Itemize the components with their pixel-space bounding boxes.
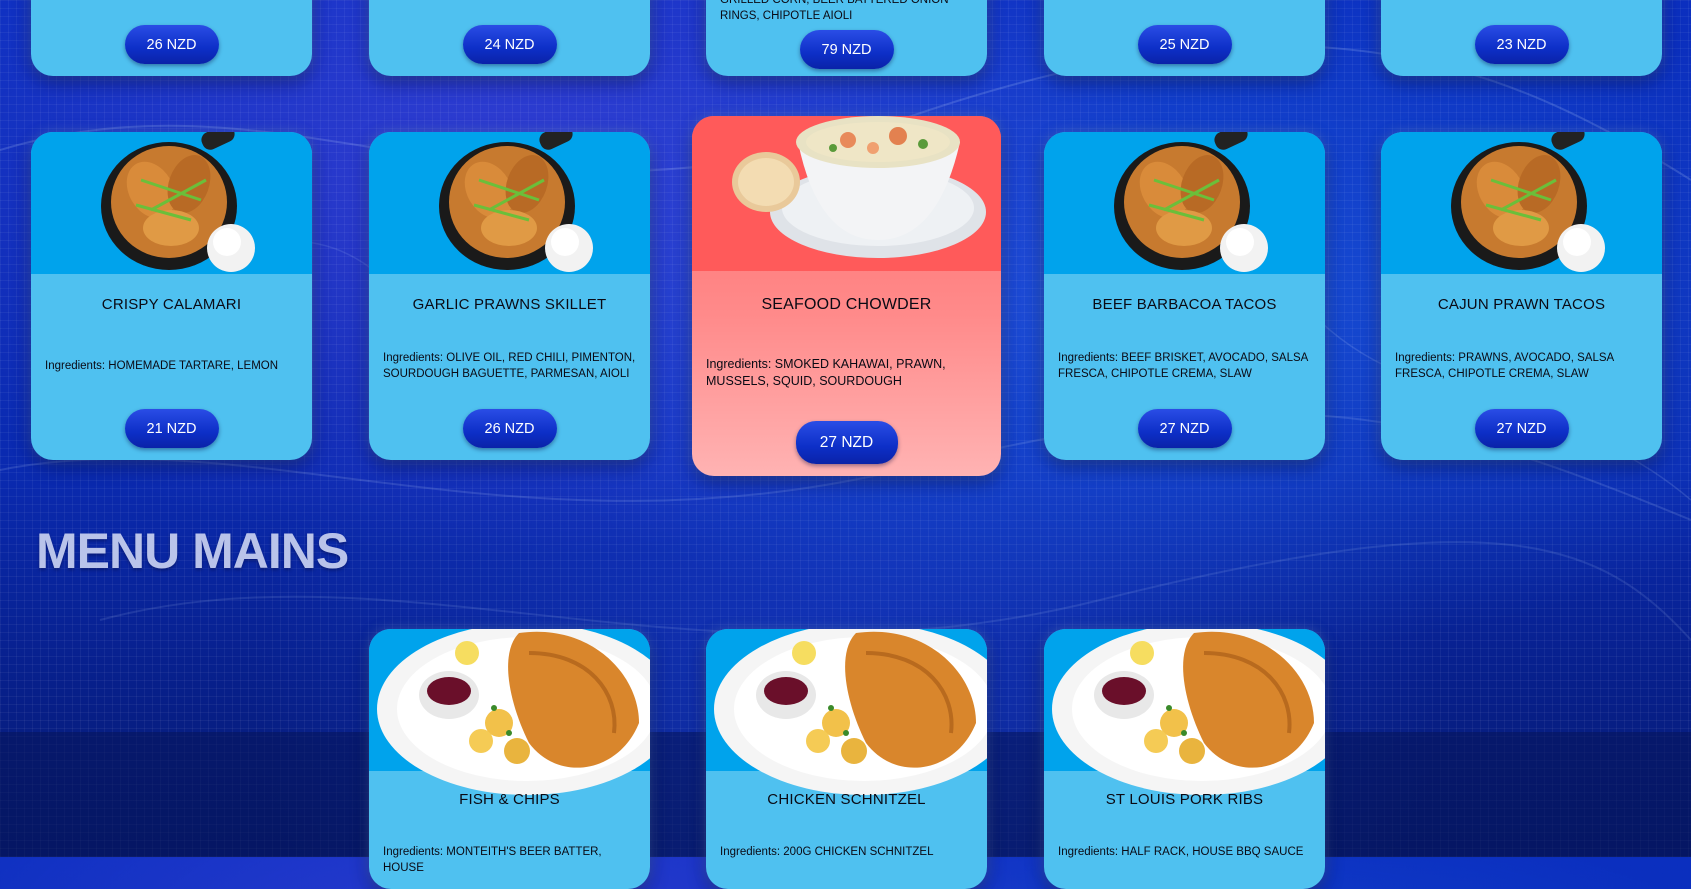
menu-card-crispy-calamari[interactable]: CRISPY CALAMARI Ingredients: HOMEMADE TA… <box>31 132 312 460</box>
chicken-wings-skillet-icon <box>1451 132 1605 272</box>
menu-card-top-3: GRILLED CORN, BEER BATTERED ONION RINGS,… <box>706 0 987 76</box>
card-title: FISH & CHIPS <box>459 791 560 808</box>
price-button[interactable]: 27 NZD <box>795 421 898 464</box>
price-button[interactable]: 26 NZD <box>124 25 219 64</box>
card-ingredients: GRILLED CORN, BEER BATTERED ONION RINGS,… <box>720 0 949 22</box>
chicken-wings-skillet-icon <box>101 132 255 272</box>
price-button[interactable]: 26 NZD <box>462 409 557 448</box>
card-title: CHICKEN SCHNITZEL <box>767 791 926 808</box>
menu-card-cajun-prawn-tacos[interactable]: CAJUN PRAWN TACOS Ingredients: PRAWNS, A… <box>1381 132 1662 460</box>
menu-card-st-louis-pork-ribs[interactable]: ST LOUIS PORK RIBS Ingredients: HALF RAC… <box>1044 629 1325 889</box>
card-ingredients: Ingredients: HALF RACK, HOUSE BBQ SAUCE <box>1058 846 1304 858</box>
card-ingredients: Ingredients: OLIVE OIL, RED CHILI, PIMEN… <box>383 352 636 380</box>
schnitzel-plate-icon <box>377 629 650 795</box>
menu-card-top-5: 23 NZD <box>1381 0 1662 76</box>
menu-card-top-2: 24 NZD <box>369 0 650 76</box>
card-ingredients: Ingredients: SMOKED KAHAWAI, PRAWN, MUSS… <box>706 357 946 388</box>
seafood-chowder-bowl-icon <box>732 116 986 258</box>
price-button[interactable]: 24 NZD <box>462 25 557 64</box>
card-title: SEAFOOD CHOWDER <box>761 296 932 313</box>
card-ingredients: Ingredients: BEEF BRISKET, AVOCADO, SALS… <box>1058 352 1308 380</box>
price-button[interactable]: 21 NZD <box>124 409 219 448</box>
card-ingredients: Ingredients: HOMEMADE TARTARE, LEMON <box>45 360 279 372</box>
chicken-wings-skillet-icon <box>1114 132 1268 272</box>
menu-card-top-4: 25 NZD <box>1044 0 1325 76</box>
menu-card-top-1: 26 NZD <box>31 0 312 76</box>
card-title: CRISPY CALAMARI <box>101 296 242 313</box>
menu-card-fish-and-chips[interactable]: FISH & CHIPS Ingredients: MONTEITH'S BEE… <box>369 629 650 889</box>
card-ingredients: Ingredients: 200G CHICKEN SCHNITZEL <box>720 846 934 858</box>
price-button[interactable]: 25 NZD <box>1137 25 1232 64</box>
card-title: GARLIC PRAWNS SKILLET <box>412 296 607 313</box>
price-button[interactable]: 27 NZD <box>1137 409 1232 448</box>
menu-card-beef-barbacoa-tacos[interactable]: BEEF BARBACOA TACOS Ingredients: BEEF BR… <box>1044 132 1325 460</box>
card-title: BEEF BARBACOA TACOS <box>1092 296 1277 313</box>
menu-card-garlic-prawns-skillet[interactable]: GARLIC PRAWNS SKILLET Ingredients: OLIVE… <box>369 132 650 460</box>
price-button[interactable]: 27 NZD <box>1474 409 1569 448</box>
card-title: CAJUN PRAWN TACOS <box>1437 296 1606 313</box>
chicken-wings-skillet-icon <box>439 132 593 272</box>
schnitzel-plate-icon <box>1052 629 1325 795</box>
card-ingredients: Ingredients: MONTEITH'S BEER BATTER, HOU… <box>383 846 602 874</box>
card-ingredients: Ingredients: PRAWNS, AVOCADO, SALSA FRES… <box>1395 352 1614 380</box>
card-title: ST LOUIS PORK RIBS <box>1105 791 1264 808</box>
menu-card-chicken-schnitzel[interactable]: CHICKEN SCHNITZEL Ingredients: 200G CHIC… <box>706 629 987 889</box>
section-title-menu-mains: MENU MAINS <box>36 523 349 579</box>
schnitzel-plate-icon <box>714 629 987 795</box>
price-button[interactable]: 79 NZD <box>799 30 894 69</box>
menu-card-seafood-chowder[interactable]: SEAFOOD CHOWDER Ingredients: SMOKED KAHA… <box>692 116 1001 476</box>
price-button[interactable]: 23 NZD <box>1474 25 1569 64</box>
